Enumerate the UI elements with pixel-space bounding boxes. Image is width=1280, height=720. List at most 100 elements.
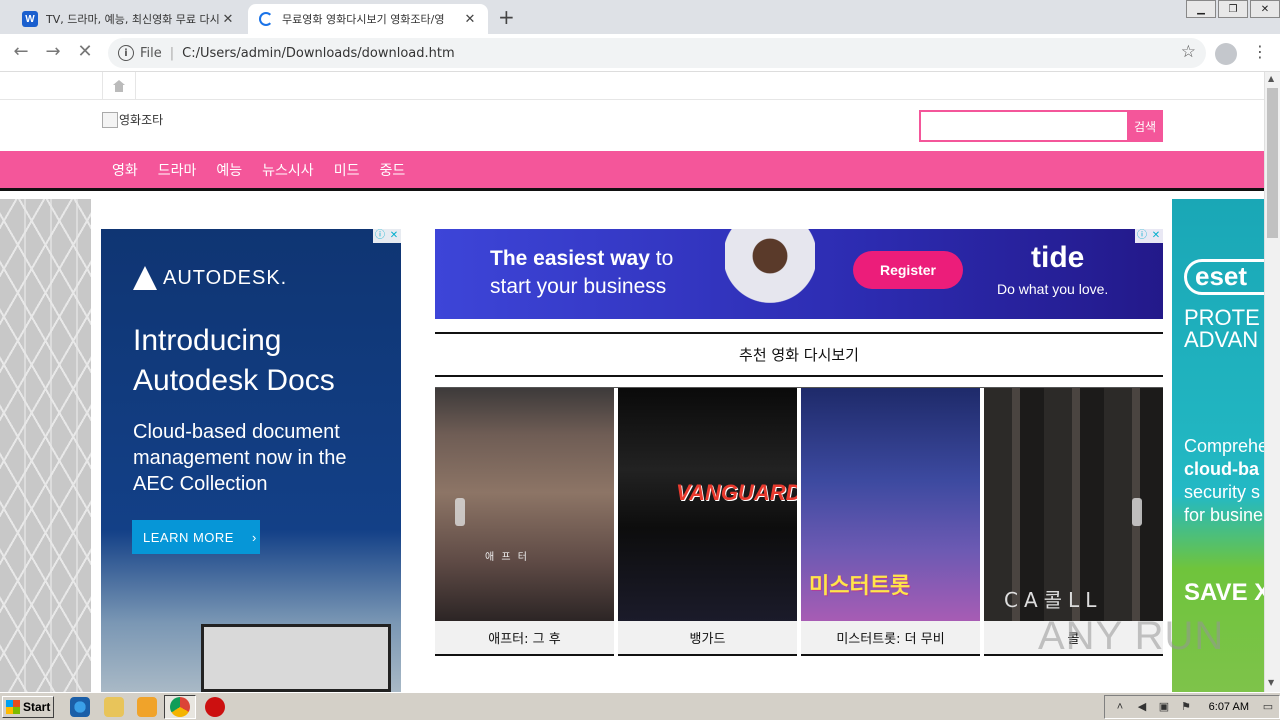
- movie-poster[interactable]: CA콜LL: [984, 388, 1163, 621]
- banner-tagline: The easiest way to start your business: [490, 245, 673, 301]
- nav-item-drama[interactable]: 드라마: [148, 160, 207, 180]
- learn-more-label: LEARN MORE: [143, 529, 234, 545]
- page-scrollbar[interactable]: ▲ ▼: [1264, 72, 1280, 692]
- slider-next-handle[interactable]: [1132, 498, 1142, 526]
- movie-title[interactable]: 뱅가드: [618, 621, 797, 656]
- learn-more-button[interactable]: LEARN MORE ›: [132, 520, 260, 554]
- ad-headline: Introducing Autodesk Docs: [133, 324, 335, 397]
- volume-icon[interactable]: ◀: [1135, 700, 1149, 714]
- ad-office-image: [201, 624, 391, 692]
- profile-avatar-icon[interactable]: [1215, 43, 1237, 65]
- movie-card[interactable]: 애 프 터 애프터: 그 후: [435, 388, 614, 656]
- w-icon: W: [22, 11, 38, 27]
- menu-dots-icon[interactable]: ⋮: [1252, 42, 1268, 61]
- search-button[interactable]: 검색: [1127, 110, 1163, 142]
- movie-title[interactable]: 미스터트롯: 더 무비: [801, 621, 980, 656]
- poster-title: CA콜LL: [1004, 588, 1103, 612]
- scroll-up-arrow-icon[interactable]: ▲: [1268, 74, 1274, 83]
- adchoices-info-icon[interactable]: ⓘ: [1135, 229, 1149, 243]
- flag-icon[interactable]: ⚑: [1179, 700, 1193, 714]
- site-logo[interactable]: 영화조타: [102, 111, 163, 128]
- close-window-button[interactable]: ✕: [1250, 0, 1280, 18]
- scroll-down-arrow-icon[interactable]: ▼: [1268, 678, 1274, 687]
- bookmark-star-icon[interactable]: ☆: [1181, 42, 1196, 62]
- media-player-icon[interactable]: [137, 697, 157, 717]
- tagline-line2: start your business: [490, 275, 667, 298]
- movie-title[interactable]: 애프터: 그 후: [435, 621, 614, 656]
- ad-body-line4: for busine: [1184, 505, 1264, 525]
- show-desktop-icon[interactable]: ▭: [1261, 700, 1275, 714]
- register-button[interactable]: Register: [853, 251, 963, 289]
- slider-prev-handle[interactable]: [455, 498, 465, 526]
- ad-headline-line2: ADVAN: [1184, 327, 1259, 352]
- internet-explorer-icon[interactable]: [70, 697, 90, 717]
- poster-title: 미스터트롯: [809, 574, 911, 599]
- clock[interactable]: 6:07 AM: [1209, 701, 1249, 713]
- autodesk-ad[interactable]: ⓘ ✕ AUTODESK. Introducing Autodesk Docs …: [101, 229, 401, 692]
- chevron-right-icon: ›: [251, 529, 257, 545]
- info-icon[interactable]: i: [118, 45, 134, 61]
- url-text[interactable]: C:/Users/admin/Downloads/download.htm: [182, 46, 455, 61]
- scrollbar-thumb[interactable]: [1267, 88, 1278, 238]
- broken-image-icon: [102, 111, 118, 128]
- movie-poster[interactable]: 미스터트롯: [801, 388, 980, 621]
- ad-body: Comprehe cloud-ba security s for busine: [1184, 435, 1264, 527]
- back-arrow-icon[interactable]: ←: [10, 42, 32, 64]
- main-nav: 영화 드라마 예능 뉴스시사 미드 중드: [0, 151, 1264, 191]
- poster-title: VANGUARD: [676, 480, 797, 505]
- adchoices-close-icon[interactable]: ✕: [1149, 229, 1163, 243]
- tab-inactive[interactable]: W TV, 드라마, 예능, 최신영화 무료 다시 ✕: [12, 4, 246, 34]
- nav-item-us-drama[interactable]: 미드: [324, 160, 370, 180]
- url-separator: |: [169, 45, 175, 61]
- taskbar: Start ˄ ◀ ▣ ⚑ 6:07 AM ▭: [0, 692, 1280, 720]
- chevron-up-icon[interactable]: ˄: [1113, 700, 1127, 714]
- section-title: 추천 영화 다시보기: [435, 332, 1163, 377]
- address-bar[interactable]: i File | C:/Users/admin/Downloads/downlo…: [108, 38, 1206, 68]
- close-tab-icon[interactable]: ✕: [462, 12, 478, 27]
- movie-poster[interactable]: 애 프 터: [435, 388, 614, 621]
- ad-cta[interactable]: SAVE X: [1184, 579, 1264, 607]
- start-button[interactable]: Start: [2, 696, 54, 718]
- adchoices-info-icon[interactable]: ⓘ: [373, 229, 387, 243]
- autodesk-logo: AUTODESK.: [133, 266, 287, 290]
- window-controls: ▁ ❐ ✕: [1184, 0, 1280, 18]
- tide-banner-ad[interactable]: ⓘ ✕ The easiest way to start your busine…: [435, 229, 1163, 319]
- forward-arrow-icon[interactable]: →: [42, 42, 64, 64]
- restore-button[interactable]: ❐: [1218, 0, 1248, 18]
- poster-title: 애 프 터: [485, 552, 529, 563]
- logo-alt-text: 영화조타: [119, 113, 164, 127]
- ad-subtext: Cloud-based document management now in t…: [133, 421, 347, 495]
- adchoices[interactable]: ⓘ ✕: [1135, 229, 1163, 243]
- tab-active[interactable]: 무료영화 영화다시보기 영화조타/영 ✕: [248, 4, 488, 34]
- movie-card[interactable]: 미스터트롯 미스터트롯: 더 무비: [801, 388, 980, 656]
- ad-headline: PROTE ADVAN: [1184, 307, 1260, 351]
- home-button[interactable]: [102, 72, 136, 100]
- chrome-icon[interactable]: [170, 697, 190, 717]
- adchoices-close-icon[interactable]: ✕: [387, 229, 401, 243]
- close-tab-icon[interactable]: ✕: [220, 12, 236, 27]
- stop-loading-icon[interactable]: ✕: [74, 42, 96, 64]
- background-pattern: [0, 199, 91, 692]
- nav-item-news[interactable]: 뉴스시사: [252, 160, 324, 180]
- network-icon[interactable]: ▣: [1157, 700, 1171, 714]
- ad-body-line3: security s: [1184, 482, 1261, 502]
- stop-sign-icon[interactable]: [205, 697, 225, 717]
- ad-body-line2: cloud-ba: [1184, 459, 1259, 479]
- new-tab-button[interactable]: +: [498, 6, 515, 28]
- movie-poster[interactable]: VANGUARD: [618, 388, 797, 621]
- movie-card[interactable]: VANGUARD 뱅가드: [618, 388, 797, 656]
- anyrun-watermark: ANY RUN: [1038, 614, 1225, 658]
- nav-item-variety[interactable]: 예능: [206, 160, 252, 180]
- search-input[interactable]: [921, 112, 1127, 140]
- start-label: Start: [23, 700, 51, 714]
- minimize-button[interactable]: ▁: [1186, 0, 1216, 18]
- nav-item-cn-drama[interactable]: 중드: [369, 160, 415, 180]
- tab-strip: W TV, 드라마, 예능, 최신영화 무료 다시 ✕ 무료영화 영화다시보기 …: [0, 0, 1280, 34]
- windows-logo-icon: [6, 700, 20, 714]
- adchoices[interactable]: ⓘ ✕: [373, 229, 401, 243]
- autodesk-mark-icon: [133, 266, 157, 290]
- folder-icon[interactable]: [104, 697, 124, 717]
- nav-item-movies[interactable]: 영화: [102, 160, 148, 180]
- tide-logo: tide: [1031, 241, 1085, 274]
- tab-title: TV, 드라마, 예능, 최신영화 무료 다시: [46, 13, 220, 26]
